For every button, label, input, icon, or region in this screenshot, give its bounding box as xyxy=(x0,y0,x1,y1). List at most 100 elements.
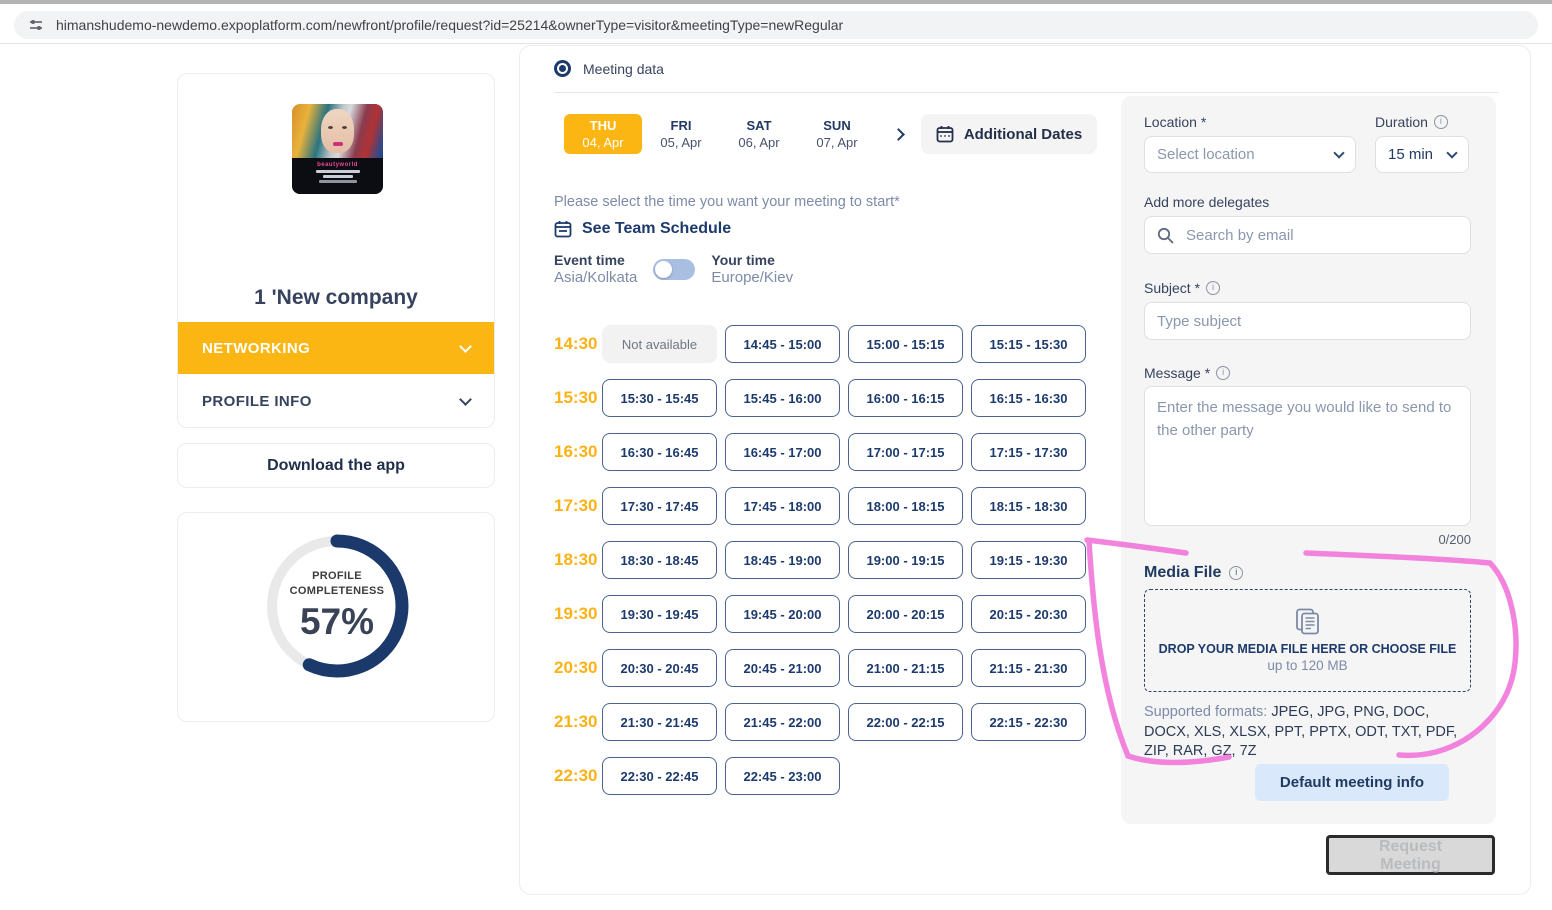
time-slot[interactable]: 20:00 - 20:15 xyxy=(848,595,963,633)
sidebar-item-profile-info[interactable]: PROFILE INFO xyxy=(178,374,494,428)
duration-label: Duration i xyxy=(1375,114,1448,130)
media-file-label: Media File i xyxy=(1144,564,1243,582)
time-row: 15:3015:30 - 15:4515:45 - 16:0016:00 - 1… xyxy=(554,379,1094,417)
toggle-knob xyxy=(655,261,672,278)
supported-formats: Supported formats: JPEG, JPG, PNG, DOC, … xyxy=(1144,703,1474,762)
time-slot[interactable]: 22:15 - 22:30 xyxy=(971,703,1086,741)
time-slot[interactable]: 20:45 - 21:00 xyxy=(725,649,840,687)
date-tab-sat[interactable]: SAT 06, Apr xyxy=(720,114,798,154)
time-slot[interactable]: 15:45 - 16:00 xyxy=(725,379,840,417)
sidebar-item-label: PROFILE INFO xyxy=(202,393,312,410)
search-by-email-input[interactable] xyxy=(1186,227,1458,244)
company-card: beautyworld 1 'New company Profile previ… xyxy=(177,73,495,428)
page-url[interactable]: himanshudemo-newdemo.expoplatform.com/ne… xyxy=(56,17,843,33)
date-tab-sun[interactable]: SUN07, Apr xyxy=(798,114,876,154)
time-row-label: 22:30 xyxy=(554,766,602,786)
time-slot[interactable]: 22:30 - 22:45 xyxy=(602,757,717,795)
time-row-label: 16:30 xyxy=(554,442,602,462)
time-slot[interactable]: 21:30 - 21:45 xyxy=(602,703,717,741)
subject-label: Subject * i xyxy=(1144,280,1220,296)
chevron-down-icon xyxy=(459,340,472,353)
see-team-schedule-link[interactable]: See Team Schedule xyxy=(554,220,731,238)
time-slot[interactable]: 18:30 - 18:45 xyxy=(602,541,717,579)
time-row: 22:3022:30 - 22:4522:45 - 23:00 xyxy=(554,757,1094,795)
meeting-request-card: Meeting data THU 04, Apr FRI05, Apr SAT 06, … xyxy=(519,45,1531,895)
delegates-search-box[interactable] xyxy=(1144,216,1471,254)
time-row: 14:30Not available14:45 - 15:0015:00 - 1… xyxy=(554,325,1094,363)
time-slot[interactable]: 17:45 - 18:00 xyxy=(725,487,840,525)
time-slot[interactable]: 18:45 - 19:00 xyxy=(725,541,840,579)
time-slot[interactable]: 16:45 - 17:00 xyxy=(725,433,840,471)
info-icon: i xyxy=(1434,115,1448,129)
your-time-label: Your time xyxy=(711,252,793,268)
time-slot[interactable]: 14:45 - 15:00 xyxy=(725,325,840,363)
time-slot[interactable]: 20:30 - 20:45 xyxy=(602,649,717,687)
radio-selected-icon[interactable] xyxy=(554,60,571,77)
time-slot[interactable]: 19:15 - 19:30 xyxy=(971,541,1086,579)
default-meeting-info-button[interactable]: Default meeting info xyxy=(1255,764,1449,801)
additional-dates-button[interactable]: Additional Dates xyxy=(921,114,1097,154)
time-row-label: 17:30 xyxy=(554,496,602,516)
time-slot[interactable]: 17:30 - 17:45 xyxy=(602,487,717,525)
site-settings-icon xyxy=(28,17,44,33)
time-slot[interactable]: 21:00 - 21:15 xyxy=(848,649,963,687)
time-slot[interactable]: 19:45 - 20:00 xyxy=(725,595,840,633)
subject-input[interactable] xyxy=(1144,302,1471,340)
event-time-value: Asia/Kolkata xyxy=(554,269,637,286)
message-textarea[interactable] xyxy=(1144,386,1471,526)
date-tab-thu[interactable]: THU 04, Apr xyxy=(564,114,642,154)
date-tab-date: 05, Apr xyxy=(660,135,701,150)
location-placeholder: Select location xyxy=(1157,146,1255,163)
time-slot[interactable]: 17:15 - 17:30 xyxy=(971,433,1086,471)
url-bar[interactable]: himanshudemo-newdemo.expoplatform.com/ne… xyxy=(14,11,1538,39)
meeting-data-step: Meeting data xyxy=(554,60,664,77)
time-slot-grid: 14:30Not available14:45 - 15:0015:00 - 1… xyxy=(554,325,1094,811)
logo-caption-band: beautyworld xyxy=(292,158,383,194)
dates-scroll-chevron-right-icon[interactable] xyxy=(892,128,905,141)
time-slot[interactable]: 22:00 - 22:15 xyxy=(848,703,963,741)
request-meeting-button[interactable]: Request Meeting xyxy=(1326,835,1495,875)
duration-select[interactable]: 15 min xyxy=(1375,136,1469,173)
completeness-donut: PROFILE COMPLETENESS 57% xyxy=(262,531,412,681)
time-slot[interactable]: 15:30 - 15:45 xyxy=(602,379,717,417)
time-slot[interactable]: 19:30 - 19:45 xyxy=(602,595,717,633)
select-time-hint: Please select the time you want your mee… xyxy=(554,194,900,210)
date-tab-date: 04, Apr xyxy=(582,135,623,150)
media-dropzone[interactable]: DROP YOUR MEDIA FILE HERE OR CHOOSE FILE… xyxy=(1144,589,1471,692)
time-slot[interactable]: 15:15 - 15:30 xyxy=(971,325,1086,363)
company-logo: beautyworld xyxy=(292,104,383,194)
time-slot[interactable]: 18:00 - 18:15 xyxy=(848,487,963,525)
search-icon xyxy=(1157,227,1174,244)
info-icon: i xyxy=(1206,281,1220,295)
logo-brand-text: beautyworld xyxy=(292,162,383,168)
completeness-label-1: PROFILE xyxy=(262,569,412,584)
time-slot[interactable]: 21:45 - 22:00 xyxy=(725,703,840,741)
step-label: Meeting data xyxy=(583,61,664,77)
char-counter: 0/200 xyxy=(1438,532,1471,547)
date-tab-day: THU xyxy=(590,118,617,133)
download-app-button[interactable]: Download the app xyxy=(177,443,495,488)
message-label: Message * i xyxy=(1144,365,1230,381)
chevron-down-icon xyxy=(1333,147,1344,158)
time-slot[interactable]: 20:15 - 20:30 xyxy=(971,595,1086,633)
time-row: 20:3020:30 - 20:4520:45 - 21:0021:00 - 2… xyxy=(554,649,1094,687)
time-row-label: 14:30 xyxy=(554,334,602,354)
sidebar-item-networking[interactable]: NETWORKING xyxy=(178,322,494,374)
timezone-toggle[interactable] xyxy=(653,259,695,280)
time-slot[interactable]: 16:00 - 16:15 xyxy=(848,379,963,417)
time-slot[interactable]: 21:15 - 21:30 xyxy=(971,649,1086,687)
time-slot[interactable]: 17:00 - 17:15 xyxy=(848,433,963,471)
time-slot[interactable]: 16:30 - 16:45 xyxy=(602,433,717,471)
time-slot[interactable]: 16:15 - 16:30 xyxy=(971,379,1086,417)
date-tab-date: 06, Apr xyxy=(738,135,779,150)
date-tab-day: SAT xyxy=(746,118,771,133)
time-slot[interactable]: 19:00 - 19:15 xyxy=(848,541,963,579)
time-slot[interactable]: 15:00 - 15:15 xyxy=(848,325,963,363)
completeness-percent: 57% xyxy=(262,601,412,643)
location-select[interactable]: Select location xyxy=(1144,136,1356,173)
date-tab-fri[interactable]: FRI05, Apr xyxy=(642,114,720,154)
time-slot[interactable]: 22:45 - 23:00 xyxy=(725,757,840,795)
meeting-form-panel: Location * Duration i Select location 15… xyxy=(1121,96,1496,824)
documents-icon xyxy=(1293,608,1323,636)
time-slot[interactable]: 18:15 - 18:30 xyxy=(971,487,1086,525)
